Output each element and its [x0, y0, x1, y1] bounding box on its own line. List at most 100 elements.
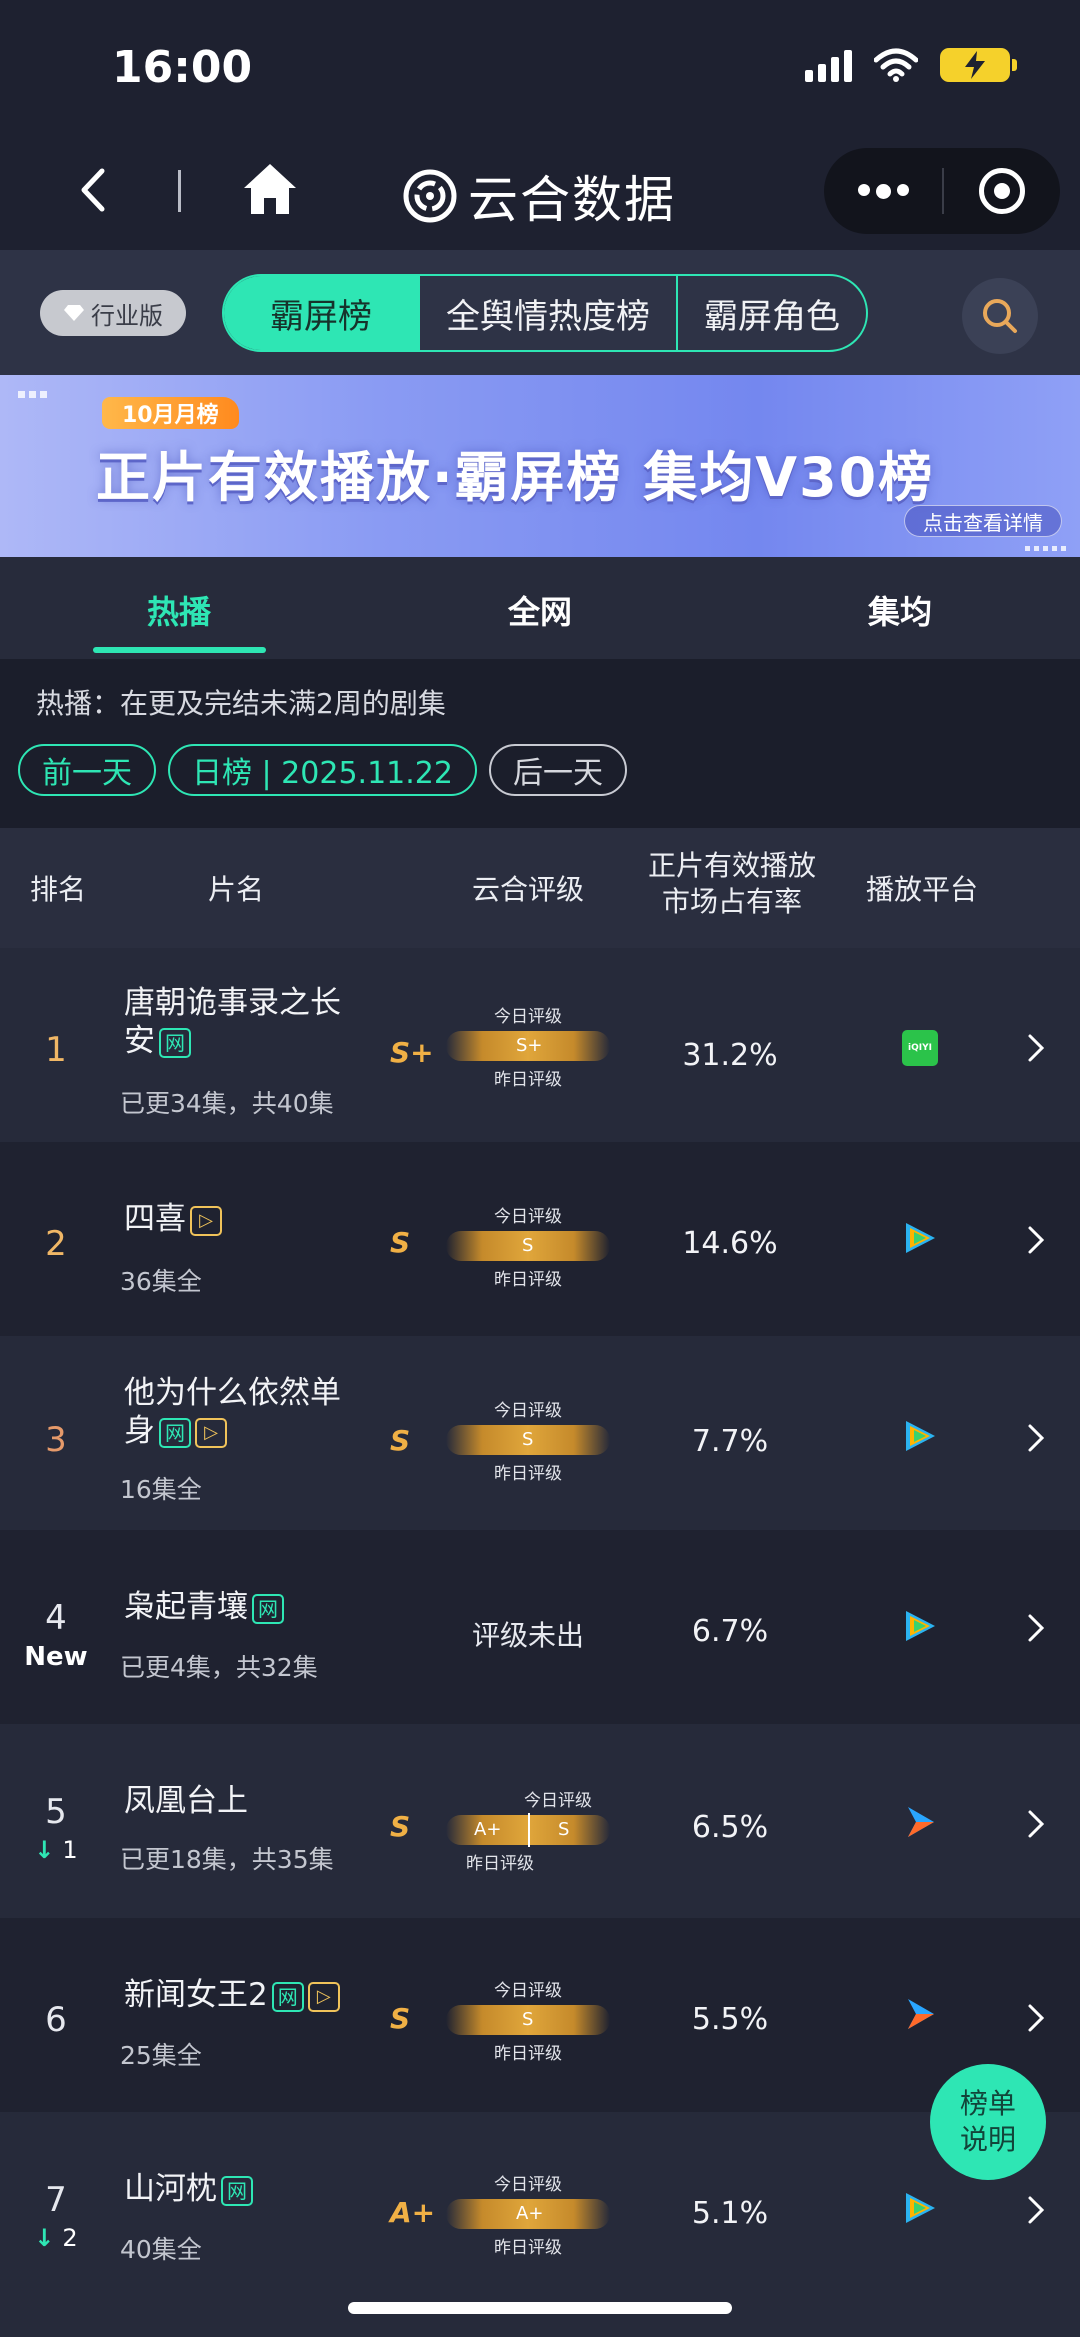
chart-explanation-button[interactable]: 榜单 说明: [930, 2064, 1046, 2180]
chevron-right-icon[interactable]: [1026, 1808, 1046, 1840]
column-title: 片名: [208, 873, 265, 906]
market-share: 31.2%: [682, 1038, 778, 1073]
segment-dominant-chart[interactable]: 霸屏榜: [224, 276, 418, 350]
column-market-share-line2: 市场占有率: [662, 885, 803, 918]
current-date-picker[interactable]: 日榜 | 2025.11.22: [168, 744, 477, 796]
market-share: 7.7%: [691, 1424, 769, 1459]
table-header: 排名 片名 云合评级 正片有效播放 市场占有率 播放平台: [0, 828, 1080, 948]
table-row[interactable]: 6 新闻女王2 网 ▷ 25集全 S 今日评级 S 昨日评级 5.5%: [0, 1918, 1080, 2112]
market-share: 6.5%: [691, 1810, 769, 1845]
status-bar: 16:00: [0, 0, 1080, 130]
yesterday-rating-label: 昨日评级: [466, 1854, 534, 1874]
rank-number: 6: [45, 2000, 67, 2040]
tab-all-network[interactable]: 全网: [508, 587, 572, 633]
promo-banner[interactable]: 10月月榜 正片有效播放·霸屏榜 集均V30榜 点击查看详情: [0, 375, 1080, 557]
vip-badge-icon: ▷: [190, 1205, 222, 1236]
diamond-icon: [64, 305, 84, 321]
status-time: 16:00: [112, 42, 253, 93]
back-icon[interactable]: [70, 165, 120, 215]
episode-status: 40集全: [120, 2235, 202, 2264]
today-rating-label: 今日评级: [494, 1401, 562, 1421]
table-row[interactable]: 1 唐朝诡事录之长 安网 已更34集，共40集 S+ 今日评级 S+ 昨日评级 …: [0, 948, 1080, 1142]
episode-status: 已更34集，共40集: [120, 1089, 334, 1118]
rating-bar-text: A+: [516, 2203, 544, 2224]
tencent-video-icon: [906, 2193, 935, 2223]
yesterday-rating-label: 昨日评级: [494, 1464, 562, 1484]
drama-title: 山河枕网: [124, 2170, 364, 2208]
nav-title-group: 云合数据: [402, 160, 676, 232]
market-share: 5.1%: [691, 2196, 769, 2231]
rank-cell: 5 ↓ 1: [0, 1792, 112, 1864]
mini-program-capsule: [824, 148, 1060, 234]
episode-status: 25集全: [120, 2041, 202, 2070]
next-day-button[interactable]: 后一天: [488, 744, 627, 796]
prev-day-button[interactable]: 前一天: [18, 744, 156, 796]
episode-status: 已更18集，共35集: [120, 1845, 334, 1874]
youku-icon: [908, 1999, 934, 2029]
episode-status: 16集全: [120, 1475, 202, 1504]
table-row[interactable]: 4 New 枭起青壤网 已更4集，共32集 评级未出 6.7%: [0, 1530, 1080, 1724]
chevron-right-icon[interactable]: [1026, 2002, 1046, 2034]
banner-title: 正片有效播放·霸屏榜 集均V30榜: [96, 446, 935, 509]
chevron-right-icon[interactable]: [1026, 1422, 1046, 1454]
close-mini-program-icon[interactable]: [944, 168, 1060, 214]
tencent-video-icon: [906, 1223, 935, 1253]
rank-down-arrow-icon: ↓: [34, 2224, 55, 2252]
home-icon[interactable]: [242, 162, 298, 216]
rating-bar-divider: [528, 1813, 530, 1847]
tab-episode-average[interactable]: 集均: [868, 587, 932, 633]
rank-number: 4: [45, 1598, 67, 1638]
drama-title: 凤凰台上: [124, 1782, 364, 1820]
rating-bar-fill: S+: [446, 1031, 610, 1061]
edition-label: 行业版: [91, 301, 163, 330]
chevron-right-icon[interactable]: [1026, 1612, 1046, 1644]
rating-bar-text: S: [522, 2009, 534, 2030]
drama-title-text: 山河枕: [124, 2171, 217, 2207]
rank-number: 7: [45, 2180, 67, 2220]
chart-explanation-line2: 说明: [959, 2123, 1016, 2156]
rating-bar-fill: S: [446, 1425, 610, 1455]
iqiyi-icon: iQIYI: [902, 1030, 938, 1066]
segment-public-opinion-chart[interactable]: 全舆情热度榜: [418, 276, 676, 350]
rating-grade: S: [390, 2002, 411, 2035]
rank-number: 5: [45, 1792, 67, 1832]
rank-change-value: 2: [62, 2224, 78, 2252]
rating-bar-fill: S: [446, 2005, 610, 2035]
drama-title-text: 四喜: [124, 1201, 186, 1237]
drama-title: 唐朝诡事录之长 安网: [124, 984, 364, 1060]
banner-details-link[interactable]: 点击查看详情: [904, 505, 1062, 537]
rating-grade: S: [390, 1424, 411, 1457]
rating-bar-fill: A+: [446, 2199, 610, 2229]
rank-cell: 7 ↓ 2: [0, 2180, 112, 2252]
rank-number: 3: [45, 1420, 67, 1460]
drama-title: 四喜 ▷: [124, 1200, 364, 1238]
search-icon: [983, 299, 1017, 333]
drama-title: 枭起青壤网: [124, 1588, 364, 1626]
tab-hot[interactable]: 热播: [147, 587, 211, 633]
search-button[interactable]: [962, 278, 1038, 354]
wifi-icon: [874, 48, 918, 82]
drama-title-text: 新闻女王2: [124, 1977, 268, 2013]
segment-dominant-roles[interactable]: 霸屏角色: [676, 276, 866, 350]
rating-bar-fill: A+ S: [446, 1813, 610, 1847]
table-row[interactable]: 5 ↓ 1 凤凰台上 已更18集，共35集 S 今日评级 A+ S 昨日评级 6.…: [0, 1724, 1080, 1918]
today-rating-label: 今日评级: [494, 1981, 562, 2001]
status-icons: [805, 48, 1017, 82]
chevron-right-icon[interactable]: [1026, 1224, 1046, 1256]
more-icon[interactable]: [824, 183, 942, 199]
youku-icon: [908, 1807, 934, 1837]
table-row[interactable]: 3 他为什么依然单 身网 ▷ 16集全 S 今日评级 S 昨日评级 7.7%: [0, 1336, 1080, 1530]
home-indicator[interactable]: [348, 2302, 732, 2314]
yesterday-rating-label: 昨日评级: [494, 2044, 562, 2064]
chevron-right-icon[interactable]: [1026, 2194, 1046, 2226]
edition-badge[interactable]: 行业版: [40, 290, 186, 336]
rank-down-arrow-icon: ↓: [34, 1836, 55, 1864]
table-row[interactable]: 2 四喜 ▷ 36集全 S 今日评级 S 昨日评级 14.6%: [0, 1142, 1080, 1336]
yesterday-rating-label: 昨日评级: [494, 1070, 562, 1090]
rank-number: 2: [45, 1224, 67, 1264]
yesterday-rating-label: 昨日评级: [494, 2238, 562, 2258]
web-drama-badge: 网: [221, 2175, 253, 2206]
chevron-right-icon[interactable]: [1026, 1032, 1046, 1064]
new-entry-badge: New: [24, 1642, 88, 1672]
rating-bar-text: S: [558, 1819, 570, 1840]
